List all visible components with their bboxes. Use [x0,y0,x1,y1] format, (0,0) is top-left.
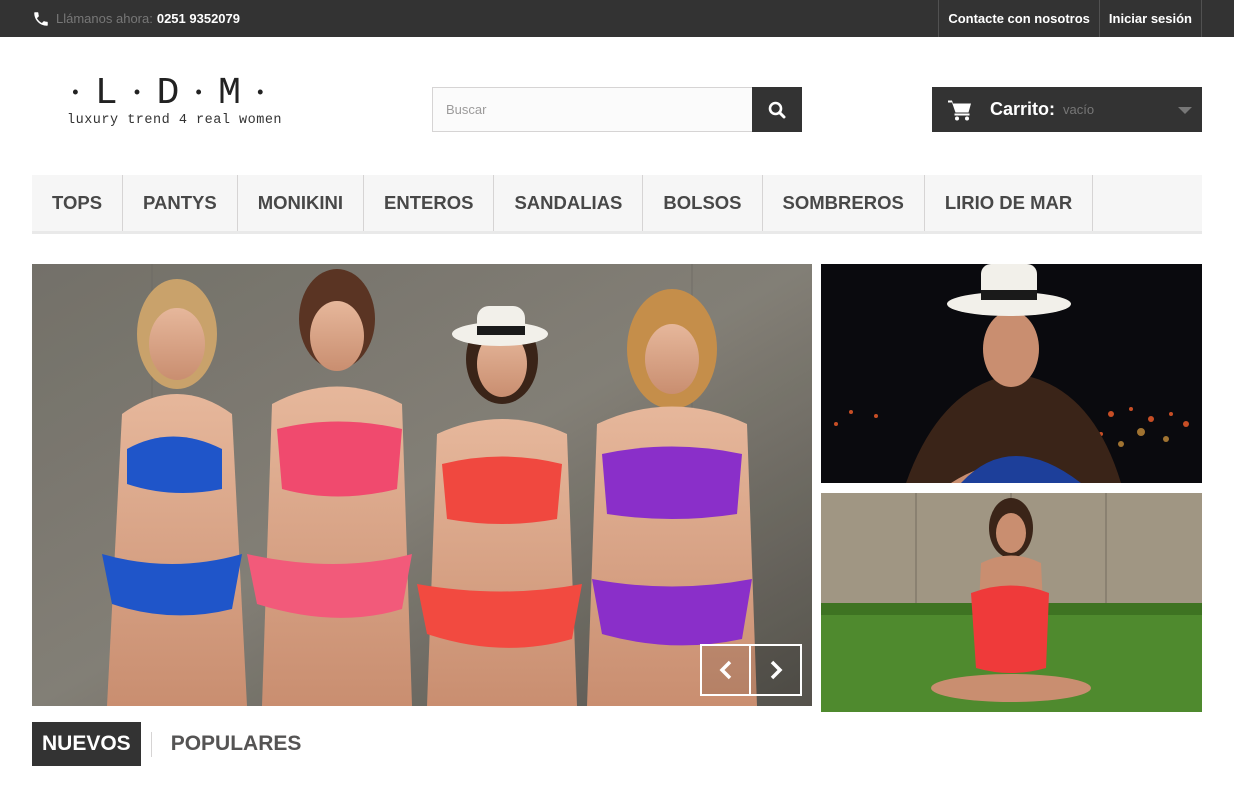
contact-phone: Llámanos ahora: 0251 9352079 [32,0,240,37]
search-icon [768,101,786,118]
tab-populares[interactable]: POPULARES [152,722,312,766]
logo-letter: M [218,72,243,115]
chevron-down-icon [1178,107,1192,114]
menu-item-pantys[interactable]: PANTYS [123,175,238,231]
contact-link[interactable]: Contacte con nosotros [938,0,1099,37]
phone-number: 0251 9352079 [156,11,240,26]
logo-letters: • L • D • M • [70,72,268,115]
store-logo[interactable]: • L • D • M • luxury trend 4 real women [62,72,312,134]
chevron-right-icon [770,660,782,680]
menu-item-sombreros[interactable]: SOMBREROS [763,175,925,231]
slider-next-button[interactable] [751,644,802,696]
slider-image [32,264,812,706]
login-link[interactable]: Iniciar sesión [1098,0,1202,37]
promo-banner-hat[interactable] [821,264,1202,483]
homepage-slider[interactable] [32,264,812,706]
cart-status: vacío [1063,102,1095,117]
cart-button[interactable]: Carrito: vacío [932,87,1202,132]
menu-item-enteros[interactable]: ENTEROS [364,175,495,231]
search-button[interactable] [752,87,802,132]
menu-item-tops[interactable]: TOPS [32,175,124,231]
banner-image [821,264,1202,483]
tab-nuevos[interactable]: NUEVOS [32,722,141,766]
header-links: Contacte con nosotros Iniciar sesión [938,0,1202,37]
product-tabs: NUEVOS POPULARES [32,722,311,766]
logo-tagline: luxury trend 4 real women [67,113,283,128]
search-input[interactable] [432,87,752,132]
menu-item-monikini[interactable]: MONIKINI [238,175,365,231]
slider-prev-button[interactable] [700,644,751,696]
chevron-left-icon [719,660,731,680]
menu-item-lirio-de-mar[interactable]: LIRIO DE MAR [925,175,1094,231]
search-form [432,87,802,132]
call-label: Llámanos ahora: [56,11,153,26]
phone-icon [34,11,48,26]
logo-letter: D [156,72,182,115]
top-bar: Llámanos ahora: 0251 9352079 Contacte co… [0,0,1234,37]
banner-image [821,493,1202,712]
promo-banner-swimsuit[interactable] [821,493,1202,712]
cart-icon [948,100,971,120]
logo-letter: L [94,72,120,115]
menu-item-bolsos[interactable]: BOLSOS [643,175,763,231]
menu-item-sandalias[interactable]: SANDALIAS [494,175,644,231]
slider-controls [700,644,802,696]
category-menu: TOPS PANTYS MONIKINI ENTEROS SANDALIAS B… [32,175,1202,234]
cart-title: Carrito: [990,99,1056,119]
